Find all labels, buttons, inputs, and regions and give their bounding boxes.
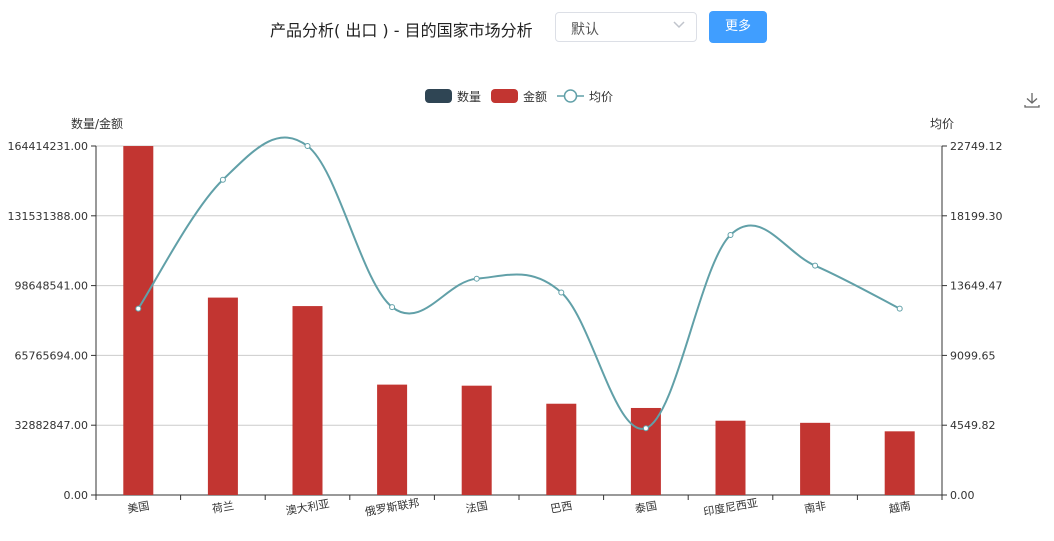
- x-tick-label: 泰国: [634, 498, 658, 516]
- bar-amount: [377, 384, 408, 495]
- x-tick-label: 巴西: [549, 499, 573, 516]
- avg-price-line-path: [137, 136, 901, 430]
- x-tick-label: 俄罗斯联邦: [364, 496, 420, 518]
- avg-price-point: [389, 304, 396, 311]
- y-left-ticks: 0.00 32882847.00 65765694.00 98648541.00 131…: [8, 140, 88, 502]
- y-right-tick-label: 13649.47: [950, 280, 1003, 293]
- legend-label-amount[interactable]: 金额: [523, 89, 547, 104]
- y-left-tick-label: 131531388.00: [8, 210, 88, 223]
- bar-amount: [630, 407, 661, 495]
- y-left-tick-label: 98648541.00: [15, 280, 88, 293]
- chart: 数量 金额 均价 数量/金额 均价 0.00 32882847.00 6576569…: [8, 89, 1003, 519]
- avg-price-point: [812, 262, 819, 269]
- avg-price-point: [304, 143, 311, 149]
- avg-price-point: [473, 275, 480, 282]
- y-right-axis-name: 均价: [930, 117, 954, 131]
- x-tick-label: 南非: [803, 499, 827, 516]
- avg-price-line: [135, 136, 903, 432]
- legend-swatch-quantity[interactable]: [425, 89, 452, 103]
- avg-price-point: [135, 305, 142, 312]
- bar-amount: [715, 420, 746, 495]
- x-tick-label: 越南: [888, 498, 912, 516]
- y-right-ticks: 0.00 4549.82 9099.65 13649.47 18199.30 22749.…: [950, 140, 1003, 502]
- legend-label-quantity[interactable]: 数量: [457, 89, 481, 104]
- legend-swatch-avg-price-dot[interactable]: [563, 89, 578, 103]
- bars: [123, 146, 915, 495]
- avg-price-point: [558, 289, 565, 296]
- bar-amount: [546, 403, 577, 495]
- y-right-tick-label: 9099.65: [950, 349, 996, 362]
- bar-amount: [800, 422, 831, 495]
- avg-price-point: [896, 305, 903, 312]
- avg-price-point: [727, 231, 734, 238]
- y-right-tick-label: 22749.12: [950, 140, 1003, 153]
- avg-price-point: [219, 176, 226, 183]
- bar-amount: [207, 297, 238, 495]
- y-left-tick-label: 65765694.00: [15, 349, 88, 362]
- bar-amount: [461, 385, 492, 495]
- y-left-axis-name: 数量/金额: [71, 116, 123, 131]
- y-right-tick-label: 18199.30: [950, 210, 1003, 223]
- y-left-tick-label: 32882847.00: [15, 419, 88, 432]
- y-right-tick-label: 4549.82: [950, 419, 996, 432]
- avg-price-point: [642, 425, 649, 432]
- bar-amount: [884, 431, 915, 495]
- legend-swatch-amount[interactable]: [491, 89, 518, 103]
- legend-label-avg-price[interactable]: 均价: [589, 90, 613, 104]
- chart-legend[interactable]: 数量 金额 均价: [425, 89, 613, 104]
- x-tick-label: 荷兰: [211, 499, 235, 516]
- bar-amount: [123, 146, 154, 495]
- x-tick-label: 澳大利亚: [285, 496, 331, 517]
- x-tick-label: 美国: [126, 499, 150, 516]
- x-tick-label: 法国: [465, 498, 489, 516]
- y-left-tick-label: 0.00: [64, 489, 89, 502]
- x-tick-label: 印度尼西亚: [702, 495, 759, 518]
- y-right-tick-label: 0.00: [950, 489, 975, 502]
- bar-amount: [292, 306, 323, 495]
- y-left-tick-label: 164414231.00: [8, 140, 88, 153]
